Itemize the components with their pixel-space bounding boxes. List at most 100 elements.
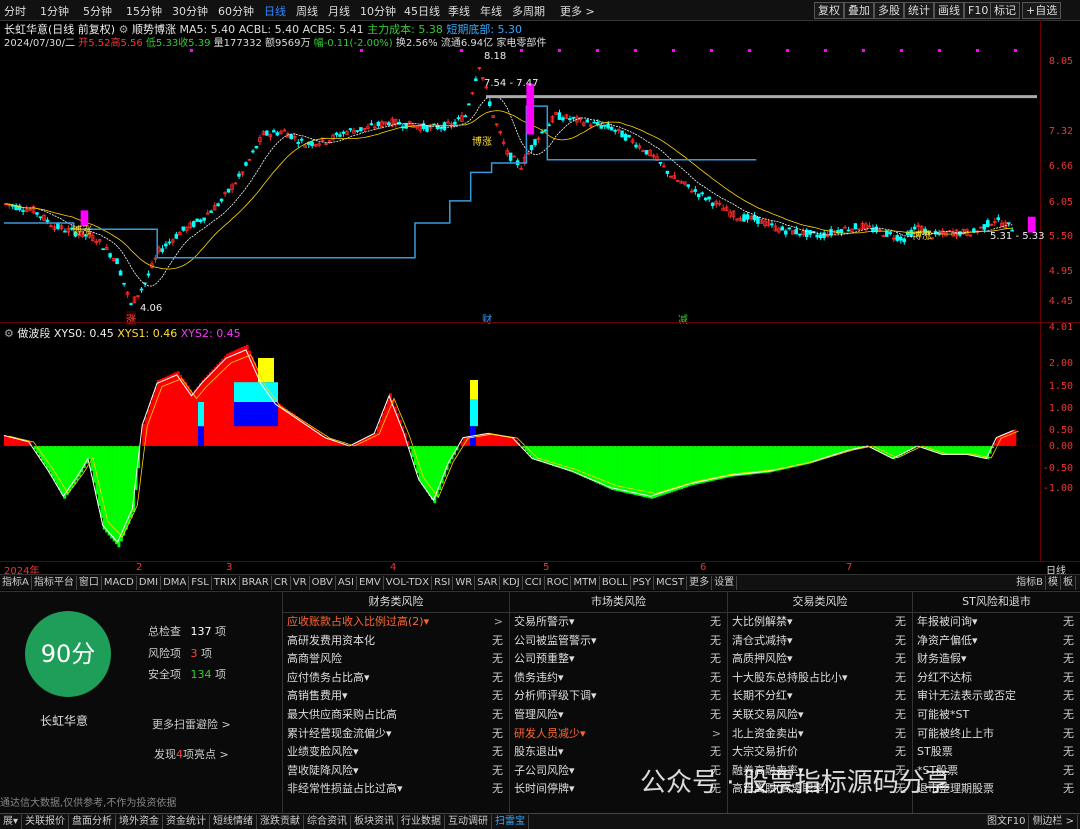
more-scan-link[interactable]: 更多扫雷避险 > <box>152 716 231 732</box>
ind-tab[interactable]: KDJ <box>500 576 523 590</box>
risk-item[interactable]: 股东退出▾ 无 <box>510 743 727 762</box>
tab-weekly[interactable]: 周线 <box>296 3 318 19</box>
tab-5min[interactable]: 5分钟 <box>83 3 112 19</box>
ind-tab[interactable]: WR <box>453 576 476 590</box>
risk-item[interactable]: 大宗交易折价 无 <box>728 743 912 762</box>
ind-tab[interactable]: MTM <box>571 576 600 590</box>
tab-60min[interactable]: 60分钟 <box>218 3 254 19</box>
risk-item[interactable]: 最大供应商采购占比高 无 <box>283 706 509 725</box>
risk-item[interactable]: 分析师评级下调▾ 无 <box>510 687 727 706</box>
risk-item[interactable]: 长期不分红▾ 无 <box>728 687 912 706</box>
taskbar-item[interactable]: 行业数据 <box>398 815 446 829</box>
tab-45day[interactable]: 45日线 <box>404 3 440 19</box>
risk-item[interactable]: 年报被问询▾ 无 <box>913 613 1080 632</box>
risk-item[interactable]: 非经常性损益占比过高▾ 无 <box>283 780 509 799</box>
ind-tab[interactable]: MCST <box>654 576 688 590</box>
risk-item[interactable]: 关联交易风险▾ 无 <box>728 706 912 725</box>
taskbar-item-saoleibao[interactable]: 扫雷宝 <box>492 815 530 829</box>
multi-stock-button[interactable]: 多股 <box>874 2 904 19</box>
risk-item[interactable]: 高销售费用▾ 无 <box>283 687 509 706</box>
risk-item[interactable]: 清仓式减持▾ 无 <box>728 632 912 651</box>
ind-tab[interactable]: 指标A <box>0 576 32 590</box>
ind-tab[interactable]: 指标平台 <box>32 576 77 590</box>
taskbar-item[interactable]: 资金统计 <box>163 815 211 829</box>
jian-marker[interactable]: 减 <box>678 311 688 326</box>
risk-item[interactable]: 财务造假▾ 无 <box>913 650 1080 669</box>
tab-1min[interactable]: 1分钟 <box>40 3 69 19</box>
tab-multi-period[interactable]: 多周期 <box>512 3 545 19</box>
ind-tab[interactable]: TRIX <box>212 576 240 590</box>
f10-button[interactable]: F10 <box>964 2 993 19</box>
risk-item[interactable]: 可能被*ST 无 <box>913 706 1080 725</box>
ind-tab[interactable]: CR <box>272 576 291 590</box>
ind-tab[interactable]: VR <box>291 576 310 590</box>
risk-item[interactable]: 营收陡降风险▾ 无 <box>283 762 509 781</box>
ind-tab[interactable]: OBV <box>310 576 336 590</box>
risk-item[interactable]: 十大股东总持股占比小▾ 无 <box>728 669 912 688</box>
taskbar-item[interactable]: 展▾ <box>0 815 23 829</box>
risk-item[interactable]: 高研发费用资本化 无 <box>283 632 509 651</box>
taskbar-item[interactable]: 涨跌贡献 <box>257 815 305 829</box>
tab-more[interactable]: 更多 > <box>560 3 595 19</box>
ind-tab[interactable]: ROC <box>545 576 572 590</box>
f10-text-button[interactable]: 图文F10 <box>984 815 1030 829</box>
ind-tab[interactable]: FSL <box>189 576 212 590</box>
risk-item[interactable]: 可能被终止上市 无 <box>913 725 1080 744</box>
tab-quarter[interactable]: 季线 <box>448 3 470 19</box>
ind-tab[interactable]: BOLL <box>600 576 631 590</box>
risk-item[interactable]: ST股票 无 <box>913 743 1080 762</box>
ind-tab[interactable]: EMV <box>357 576 384 590</box>
ind-tab[interactable]: PSY <box>631 576 655 590</box>
risk-item[interactable]: 高质押风险▾ 无 <box>728 650 912 669</box>
fuquan-button[interactable]: 复权 <box>814 2 844 19</box>
risk-item[interactable]: 业绩变脸风险▾ 无 <box>283 743 509 762</box>
taskbar-item[interactable]: 综合资讯 <box>304 815 352 829</box>
ind-tab[interactable]: CCI <box>523 576 545 590</box>
taskbar-item[interactable]: 短线情绪 <box>210 815 258 829</box>
taskbar-item[interactable]: 盘面分析 <box>69 815 117 829</box>
tab-15min[interactable]: 15分钟 <box>126 3 162 19</box>
tab-daily[interactable]: 日线 <box>264 3 286 19</box>
wave-indicator-chart[interactable] <box>0 338 1040 560</box>
ind-tab[interactable]: DMA <box>161 576 190 590</box>
risk-item[interactable]: 公司预重整▾ 无 <box>510 650 727 669</box>
ind-tab-settings[interactable]: 设置 <box>712 576 738 590</box>
ind-tab-more[interactable]: 更多 <box>687 576 713 590</box>
tab-10min[interactable]: 10分钟 <box>360 3 396 19</box>
board-tab[interactable]: 板 <box>1061 576 1076 590</box>
risk-item[interactable]: 公司被监管警示▾ 无 <box>510 632 727 651</box>
tab-year[interactable]: 年线 <box>480 3 502 19</box>
tab-monthly[interactable]: 月线 <box>328 3 350 19</box>
risk-item[interactable]: 管理风险▾ 无 <box>510 706 727 725</box>
ind-tab[interactable]: DMI <box>137 576 162 590</box>
overlay-button[interactable]: 叠加 <box>844 2 874 19</box>
risk-item[interactable]: 高商誉风险 无 <box>283 650 509 669</box>
sidebar-toggle[interactable]: 侧边栏 > <box>1029 815 1078 829</box>
risk-item[interactable]: 债务违约▾ 无 <box>510 669 727 688</box>
zhang-marker[interactable]: 涨 <box>126 311 136 326</box>
template-tab[interactable]: 模 <box>1046 576 1061 590</box>
highlights-link[interactable]: 发现4项亮点 > <box>154 746 229 762</box>
draw-line-button[interactable]: 画线 <box>934 2 964 19</box>
ind-tab[interactable]: VOL-TDX <box>384 576 433 590</box>
risk-item[interactable]: 净资产偏低▾ 无 <box>913 632 1080 651</box>
cai-marker[interactable]: 财 <box>482 311 492 326</box>
risk-item[interactable]: 大比例解禁▾ 无 <box>728 613 912 632</box>
add-watchlist-button[interactable]: +自选 <box>1022 2 1062 19</box>
tab-30min[interactable]: 30分钟 <box>172 3 208 19</box>
ind-tab[interactable]: 窗口 <box>77 576 102 590</box>
risk-item[interactable]: 应付债务占比高▾ 无 <box>283 669 509 688</box>
stats-button[interactable]: 统计 <box>904 2 934 19</box>
risk-item[interactable]: 审计无法表示或否定 无 <box>913 687 1080 706</box>
ind-tab-b[interactable]: 指标B <box>1014 576 1046 590</box>
taskbar-item[interactable]: 互动调研 <box>445 815 493 829</box>
risk-item[interactable]: 交易所警示▾ 无 <box>510 613 727 632</box>
risk-item[interactable]: 累计经营现金流偏少▾ 无 <box>283 725 509 744</box>
taskbar-item[interactable]: 关联报价 <box>22 815 70 829</box>
risk-item[interactable]: 应收账款占收入比例过高(2)▾ > <box>283 613 509 632</box>
ind-tab[interactable]: MACD <box>102 576 137 590</box>
mark-button[interactable]: 标记 <box>990 2 1020 19</box>
tab-fenshi[interactable]: 分时 <box>4 3 26 19</box>
ind-tab[interactable]: BRAR <box>240 576 272 590</box>
risk-item[interactable]: 分红不达标 无 <box>913 669 1080 688</box>
